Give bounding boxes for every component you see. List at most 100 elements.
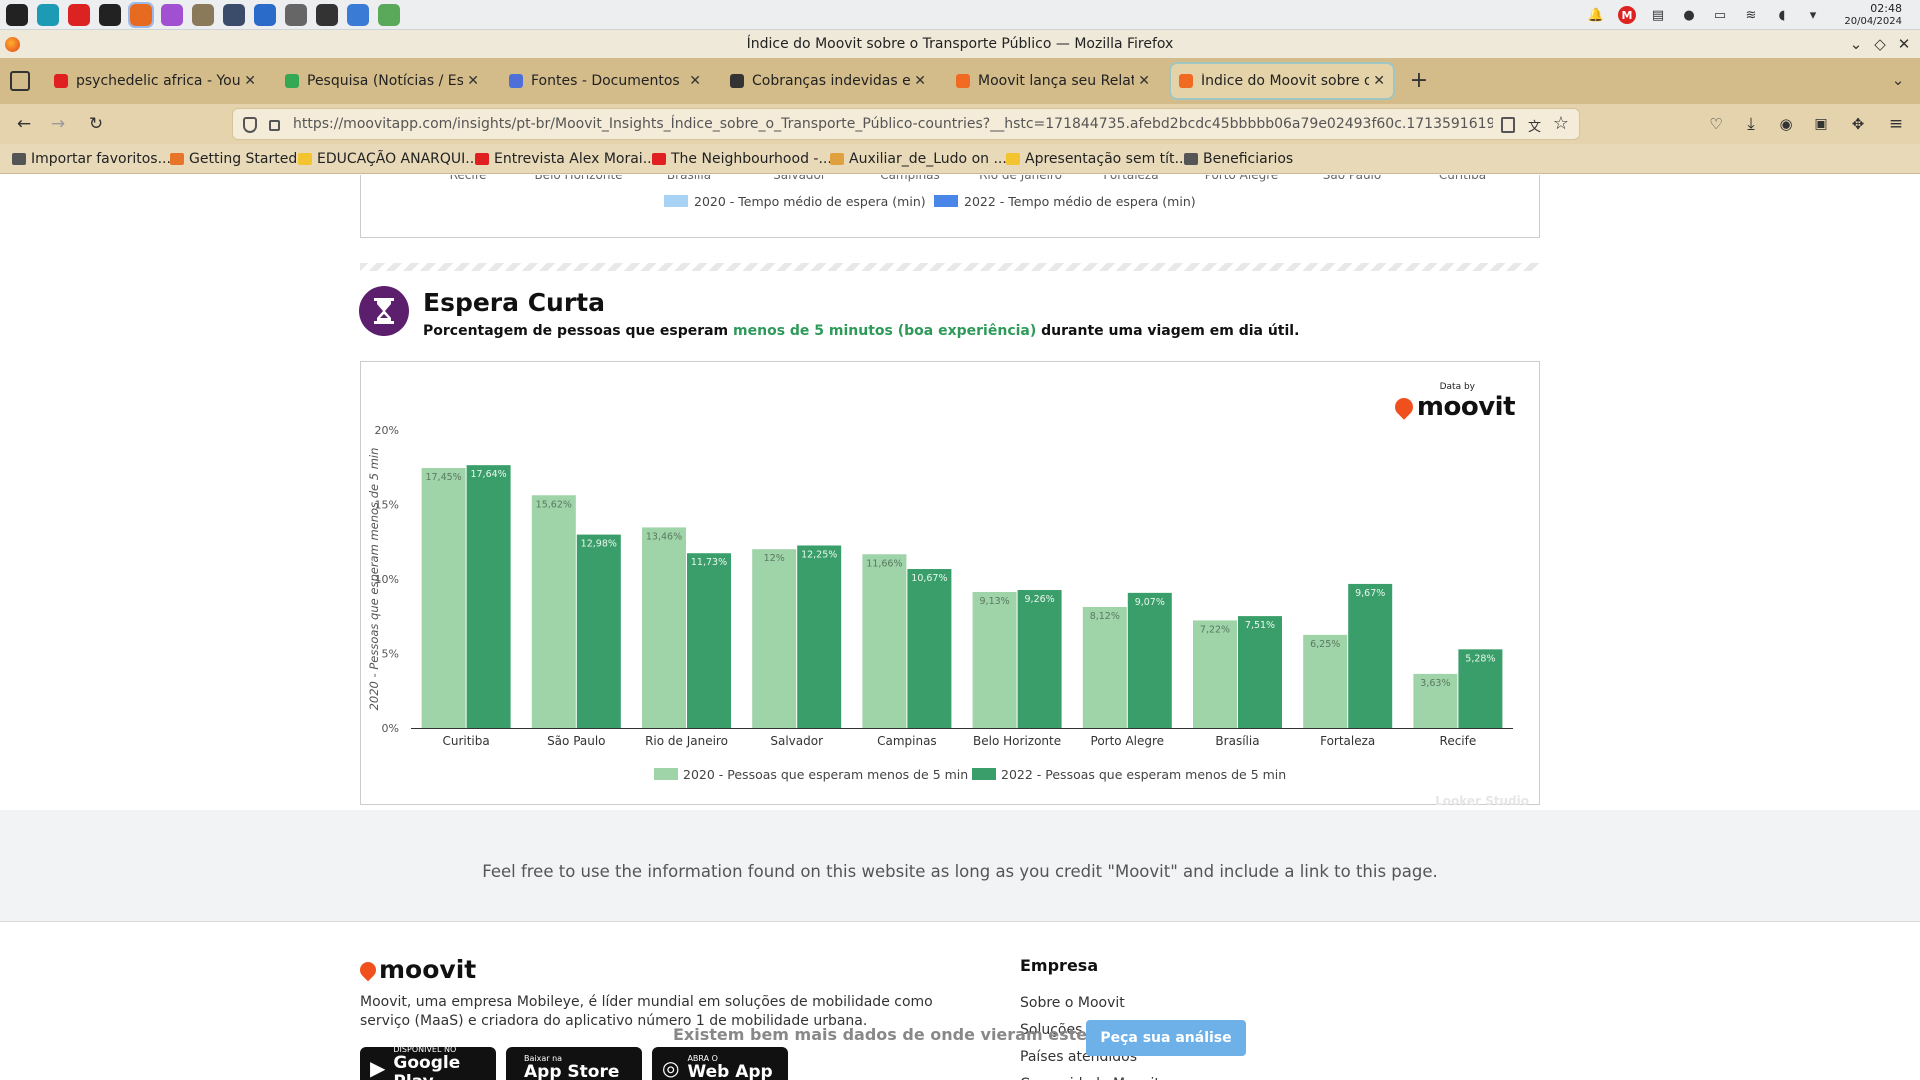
- browser-tab[interactable]: psychedelic africa - YouTube✕: [46, 64, 264, 98]
- store-badge-button[interactable]: Baixar na App Store: [506, 1047, 642, 1080]
- footer-logo[interactable]: moovit: [356, 955, 476, 984]
- bookmark-favicon-icon: [1006, 153, 1020, 165]
- clipboard-icon[interactable]: ▤: [1649, 6, 1667, 24]
- app-menu-icon[interactable]: [6, 4, 28, 26]
- bar-2022[interactable]: [1017, 590, 1062, 728]
- terminal-icon[interactable]: [316, 4, 338, 26]
- browser-tab[interactable]: Moovit lança seu Relatório✕: [948, 64, 1158, 98]
- bar-2022[interactable]: [797, 545, 842, 728]
- company-link[interactable]: Comunidade Moovit: [1020, 1076, 1160, 1080]
- extensions-puzzle-icon[interactable]: ✥: [1846, 112, 1870, 136]
- close-tab-icon[interactable]: ✕: [467, 73, 479, 89]
- files-icon[interactable]: [347, 4, 369, 26]
- obs-icon[interactable]: [99, 4, 121, 26]
- bell-icon[interactable]: 🔔: [1587, 6, 1605, 24]
- bookmark-item[interactable]: Beneficiarios: [1184, 144, 1293, 174]
- wifi-icon[interactable]: ≋: [1742, 6, 1760, 24]
- reader-view-icon[interactable]: [1501, 117, 1515, 133]
- close-tab-icon[interactable]: ✕: [689, 73, 701, 89]
- bookmark-item[interactable]: EDUCAÇÃO ANARQUI...: [298, 144, 479, 174]
- media-icon[interactable]: [223, 4, 245, 26]
- url-text[interactable]: https://moovitapp.com/insights/pt-br/Moo…: [293, 109, 1493, 139]
- bar-2020[interactable]: [531, 495, 576, 728]
- back-icon[interactable]: ←: [12, 112, 36, 136]
- browser-tab[interactable]: Cobranças indevidas e atrasos✕: [722, 64, 934, 98]
- bar-2022[interactable]: [907, 569, 952, 728]
- list-all-tabs-icon[interactable]: ⌄: [1886, 68, 1910, 92]
- moovit-pin-icon: [356, 958, 380, 981]
- store-badge-button[interactable]: ▶ DISPONÍVEL NOGoogle Play: [360, 1045, 496, 1080]
- y-tick-label: 20%: [375, 424, 399, 437]
- system-clock[interactable]: 02:48 20/04/2024: [1844, 2, 1902, 28]
- shield-icon[interactable]: [243, 117, 257, 133]
- bar-2020[interactable]: [642, 527, 686, 728]
- new-tab-button[interactable]: +: [1404, 66, 1434, 96]
- bar-2022[interactable]: [1348, 583, 1393, 728]
- bar-2020[interactable]: [421, 467, 466, 728]
- tab-favicon-icon: [285, 74, 299, 88]
- menu-icon[interactable]: ≡: [1884, 112, 1908, 136]
- s-app-icon[interactable]: [37, 4, 59, 26]
- account-icon[interactable]: ◉: [1774, 112, 1798, 136]
- bookmark-item[interactable]: Importar favoritos...: [12, 144, 171, 174]
- x-tick-label: Brasília: [1215, 734, 1259, 748]
- firefox-icon[interactable]: [128, 2, 154, 28]
- bar-data-label: 5,28%: [1465, 653, 1495, 664]
- color-app-icon[interactable]: [161, 4, 183, 26]
- bar-data-label: 12,25%: [801, 549, 837, 560]
- battery-icon[interactable]: ▭: [1711, 6, 1729, 24]
- bulb-icon[interactable]: ●: [1680, 6, 1698, 24]
- disc-icon[interactable]: [285, 4, 307, 26]
- lock-icon[interactable]: [269, 120, 280, 131]
- bar-2022[interactable]: [466, 465, 511, 728]
- downloads-icon[interactable]: ⤓: [1739, 112, 1763, 136]
- bar-2020[interactable]: [972, 591, 1017, 728]
- close-window-button[interactable]: ✕: [1892, 30, 1916, 58]
- company-link[interactable]: Sobre o Moovit: [1020, 995, 1125, 1011]
- bar-2020[interactable]: [752, 549, 797, 728]
- gimp-icon[interactable]: [192, 4, 214, 26]
- url-bar[interactable]: https://moovitapp.com/insights/pt-br/Moo…: [232, 108, 1580, 140]
- pocket-icon[interactable]: ♡: [1704, 112, 1728, 136]
- bar-data-label: 9,26%: [1025, 594, 1055, 605]
- request-analysis-button[interactable]: Peça sua análise: [1086, 1020, 1246, 1056]
- bar-2022[interactable]: [576, 534, 621, 728]
- volume-icon[interactable]: ◖: [1773, 6, 1791, 24]
- bar-2022[interactable]: [1127, 592, 1172, 728]
- bar-2022[interactable]: [1238, 616, 1282, 728]
- prev-legend-label: 2022 - Tempo médio de espera (min): [964, 194, 1196, 209]
- prev-x-tick-label: Salvador: [773, 175, 826, 182]
- close-tab-icon[interactable]: ✕: [244, 73, 256, 89]
- bar-2022[interactable]: [687, 553, 731, 728]
- browser-tab[interactable]: Fontes - Documentos Google✕: [501, 64, 709, 98]
- blue-sphere-icon[interactable]: [254, 4, 276, 26]
- bookmark-item[interactable]: Apresentação sem tít...: [1006, 144, 1188, 174]
- minimize-button[interactable]: ⌄: [1844, 30, 1868, 58]
- bookmark-star-icon[interactable]: ☆: [1553, 113, 1569, 134]
- translate-icon[interactable]: 文: [1528, 116, 1541, 135]
- close-tab-icon[interactable]: ✕: [1373, 73, 1385, 89]
- bookmark-item[interactable]: Getting Started: [170, 144, 297, 174]
- dropdown-icon[interactable]: ▾: [1804, 6, 1822, 24]
- extension-icon[interactable]: ▣: [1809, 112, 1833, 136]
- bar-2020[interactable]: [862, 554, 907, 728]
- maximize-button[interactable]: ◇: [1868, 30, 1892, 58]
- browser-tab[interactable]: Pesquisa (Notícias / Estatísticas)✕: [277, 64, 487, 98]
- browser-tab[interactable]: Índice do Moovit sobre o Transporte✕: [1169, 62, 1395, 100]
- close-tab-icon[interactable]: ✕: [1138, 73, 1150, 89]
- short-wait-bar-chart: 0%5%10%15%20%2020 - Pessoas que esperam …: [367, 424, 1513, 782]
- bookmark-item[interactable]: Entrevista Alex Morai...: [475, 144, 656, 174]
- bar-2020[interactable]: [1193, 620, 1237, 728]
- prev-x-tick-label: Rio de Janeiro: [979, 175, 1062, 182]
- m-mail-icon[interactable]: M: [1618, 6, 1636, 24]
- bookmark-item[interactable]: Auxiliar_de_Ludo on ...: [830, 144, 1007, 174]
- firefox-view-icon[interactable]: [10, 71, 30, 91]
- reload-icon[interactable]: ↻: [84, 112, 108, 136]
- store-badge-button[interactable]: ◎ ABRA O Web App: [652, 1047, 788, 1080]
- green-circle-icon[interactable]: [378, 4, 400, 26]
- bookmark-item[interactable]: The Neighbourhood -...: [652, 144, 832, 174]
- close-tab-icon[interactable]: ✕: [914, 73, 926, 89]
- bar-2020[interactable]: [1082, 607, 1127, 728]
- red-triangle-icon[interactable]: [68, 4, 90, 26]
- forward-icon[interactable]: →: [46, 112, 70, 136]
